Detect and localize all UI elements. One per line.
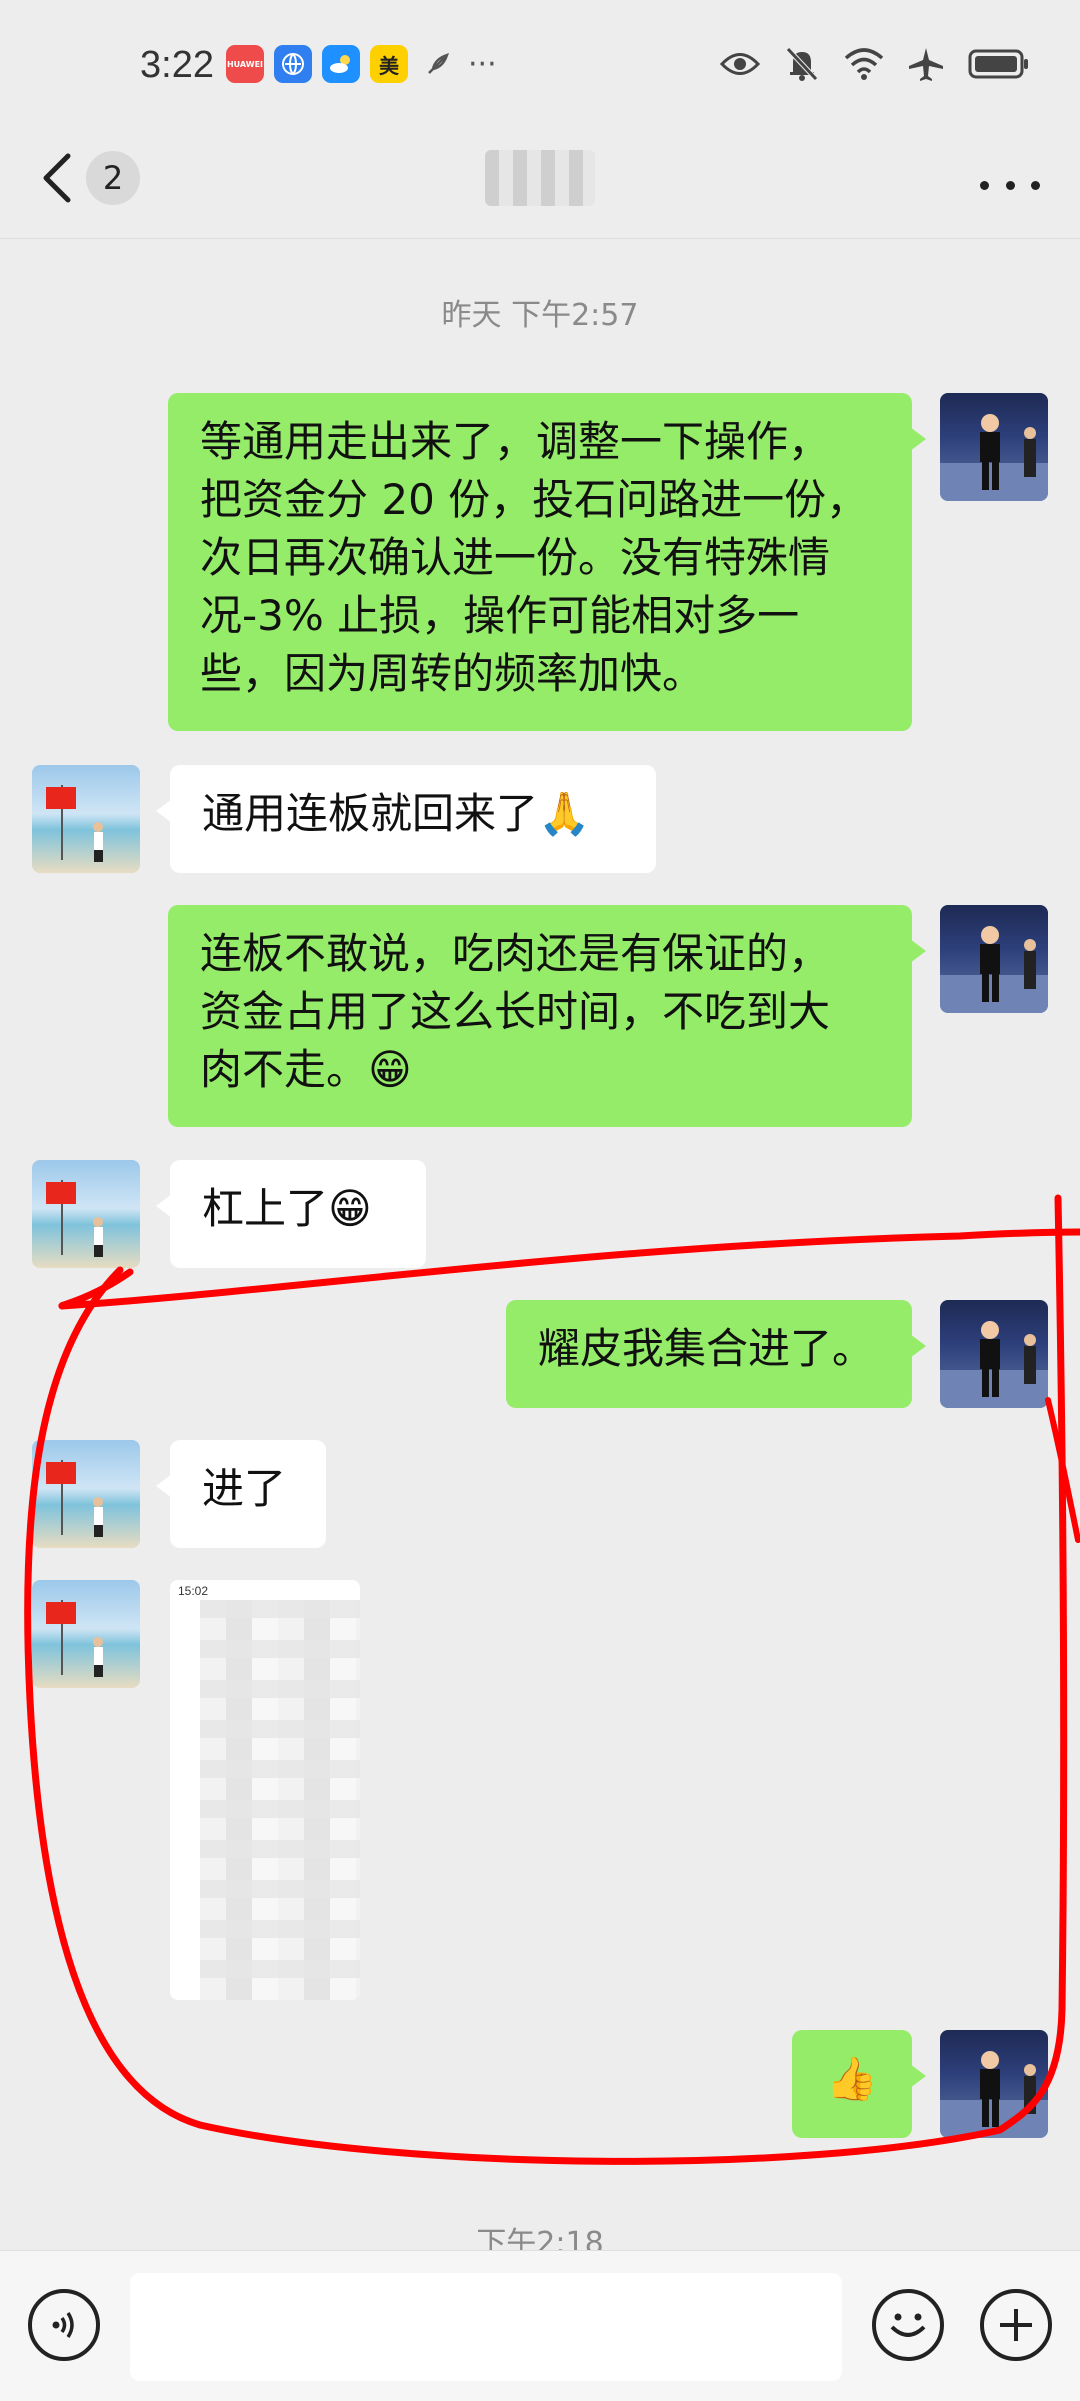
message-bubble-self[interactable]: 等通用走出来了，调整一下操作， 把资金分 20 份，投石问路进一份， 次日再次确… bbox=[168, 393, 926, 731]
message-line: 况-3% 止损，操作可能相对多一 bbox=[200, 591, 800, 640]
dot-icon bbox=[980, 180, 989, 190]
unread-count-badge: 2 bbox=[86, 151, 140, 205]
message-line: 连板不敢说，吃肉还是有保证的， bbox=[200, 929, 831, 978]
dot-icon bbox=[1005, 180, 1015, 190]
message-line: 些，因为周转的频率加快。 bbox=[200, 649, 705, 698]
emoji-button[interactable] bbox=[872, 2289, 944, 2361]
message-bubble-self[interactable]: 连板不敢说，吃肉还是有保证的， 资金占用了这么长时间，不吃到大 肉不走。😁 bbox=[168, 905, 926, 1127]
message-line: 把资金分 20 份，投石问路进一份， bbox=[200, 475, 869, 524]
more-options-button[interactable] bbox=[980, 170, 1040, 200]
pixelated-screenshot bbox=[200, 1600, 360, 2000]
dot-icon bbox=[1031, 180, 1040, 190]
chevron-left-icon bbox=[43, 153, 71, 203]
back-button[interactable]: 2 bbox=[40, 150, 140, 206]
status-bar: 3:22 HUAWEI 美 ··· bbox=[0, 0, 1080, 130]
status-app-icons: HUAWEI 美 ··· bbox=[226, 44, 497, 84]
mute-bell-icon bbox=[782, 44, 822, 84]
self-avatar[interactable] bbox=[940, 1300, 1048, 1408]
feather-app-icon bbox=[418, 44, 458, 84]
message-bubble-other[interactable]: 进了 bbox=[156, 1440, 326, 1548]
meituan-icon: 美 bbox=[370, 45, 408, 83]
status-right-icons bbox=[720, 44, 1030, 84]
message-line: 资金占用了这么长时间，不吃到大 bbox=[200, 987, 831, 1036]
contact-avatar[interactable] bbox=[32, 1580, 140, 1688]
message-timestamp: 昨天 下午2:57 bbox=[441, 298, 639, 333]
self-avatar[interactable] bbox=[940, 393, 1048, 501]
message-bubble-self[interactable]: 耀皮我集合进了。 bbox=[506, 1300, 926, 1408]
smiley-icon bbox=[890, 2313, 926, 2337]
message-bubble-other[interactable]: 通用连板就回来了🙏 bbox=[156, 765, 656, 873]
chat-header: 2 bbox=[0, 130, 1080, 240]
chat-title bbox=[485, 150, 595, 206]
message-line: 肉不走。😁 bbox=[200, 1045, 412, 1094]
voice-button[interactable] bbox=[28, 2289, 100, 2361]
weather-icon bbox=[322, 45, 360, 83]
huawei-store-icon: HUAWEI bbox=[226, 45, 264, 83]
contact-avatar[interactable] bbox=[32, 765, 140, 873]
battery-icon bbox=[968, 44, 1030, 84]
contact-avatar[interactable] bbox=[32, 1440, 140, 1548]
status-time: 3:22 bbox=[140, 44, 214, 86]
message-line: 次日再次确认进一份。没有特殊情 bbox=[200, 533, 831, 582]
more-notifications-icon: ··· bbox=[468, 46, 497, 82]
more-actions-button[interactable] bbox=[980, 2289, 1052, 2361]
message-input-bar bbox=[0, 2250, 1080, 2401]
eye-icon bbox=[720, 44, 760, 84]
self-avatar[interactable] bbox=[940, 2030, 1048, 2138]
header-divider bbox=[0, 238, 1080, 239]
message-line: 等通用走出来了，调整一下操作， bbox=[200, 417, 831, 466]
airplane-mode-icon bbox=[906, 44, 946, 84]
message-bubble-other[interactable]: 杠上了😁 bbox=[156, 1160, 426, 1268]
plus-icon bbox=[1000, 2309, 1032, 2341]
image-status-time: 15:02 bbox=[178, 1584, 209, 1598]
browser-icon bbox=[274, 45, 312, 83]
wifi-icon bbox=[844, 44, 884, 84]
self-avatar[interactable] bbox=[940, 905, 1048, 1013]
message-input[interactable] bbox=[130, 2273, 842, 2381]
voice-icon bbox=[52, 2312, 74, 2338]
message-bubble-self[interactable]: 👍 bbox=[792, 2030, 926, 2138]
image-message[interactable]: 15:02 bbox=[170, 1580, 360, 2000]
contact-avatar[interactable] bbox=[32, 1160, 140, 1268]
